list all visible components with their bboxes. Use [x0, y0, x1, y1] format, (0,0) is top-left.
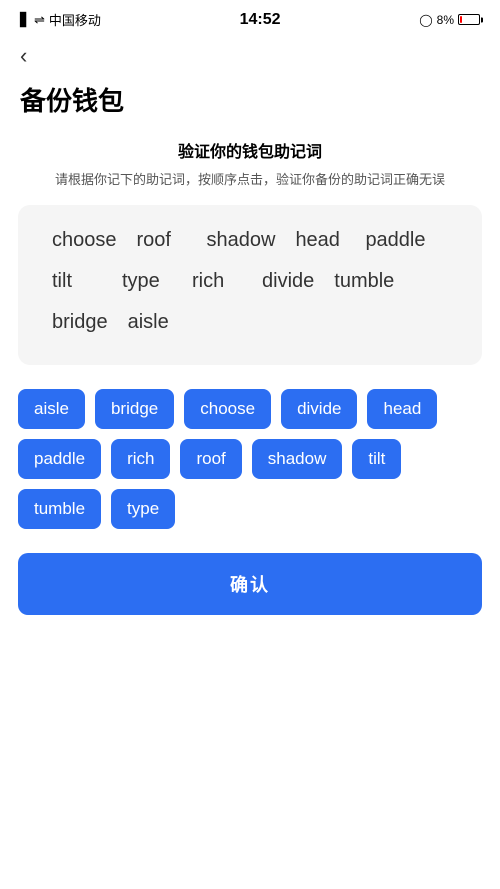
word-chip[interactable]: head: [367, 389, 437, 429]
status-carrier: ▋ ⇌ 中国移动: [20, 10, 101, 29]
word-chip[interactable]: divide: [281, 389, 357, 429]
word-display-item: aisle: [118, 307, 188, 338]
word-display-item: roof: [127, 225, 197, 256]
confirm-button[interactable]: 确认: [18, 553, 482, 615]
word-display-item: choose: [42, 225, 127, 256]
word-chip[interactable]: paddle: [18, 439, 101, 479]
word-display-item: bridge: [42, 307, 118, 338]
word-chip[interactable]: rich: [111, 439, 170, 479]
section-title: 验证你的钱包助记词: [0, 138, 500, 162]
charge-icon: ◯: [419, 13, 432, 27]
word-display-item: head: [285, 225, 355, 256]
word-chip[interactable]: shadow: [252, 439, 343, 479]
status-bar: ▋ ⇌ 中国移动 14:52 ◯ 8%: [0, 0, 500, 35]
battery-percent: 8%: [437, 13, 454, 27]
wifi-icon: ⇌: [34, 12, 45, 28]
word-display-item: paddle: [355, 225, 435, 256]
status-battery-area: ◯ 8%: [419, 13, 480, 27]
word-display-item: shadow: [197, 225, 286, 256]
word-box-content: chooseroofshadowheadpaddle tilttyperichdi…: [42, 225, 458, 338]
battery-icon: [458, 14, 480, 25]
page-title: 备份钱包: [0, 73, 500, 138]
back-button[interactable]: ‹: [0, 35, 500, 73]
word-display-item: type: [112, 266, 182, 297]
word-chip[interactable]: aisle: [18, 389, 85, 429]
word-display-item: rich: [182, 266, 252, 297]
word-chip[interactable]: tumble: [18, 489, 101, 529]
word-display-item: divide: [252, 266, 324, 297]
status-time: 14:52: [240, 11, 281, 29]
chips-area: aislebridgechoosedividehead paddlerichroo…: [0, 389, 500, 529]
section-desc: 请根据你记下的助记词，按顺序点击，验证你备份的助记词正确无误: [0, 170, 500, 191]
word-chip[interactable]: choose: [184, 389, 271, 429]
word-display-item: tilt: [42, 266, 112, 297]
word-chip[interactable]: roof: [180, 439, 241, 479]
word-display-box: chooseroofshadowheadpaddle tilttyperichdi…: [18, 205, 482, 365]
word-chip[interactable]: tilt: [352, 439, 401, 479]
word-chip[interactable]: type: [111, 489, 175, 529]
word-chip[interactable]: bridge: [95, 389, 174, 429]
word-display-item: tumble: [324, 266, 404, 297]
signal-icon: ▋: [20, 12, 30, 28]
